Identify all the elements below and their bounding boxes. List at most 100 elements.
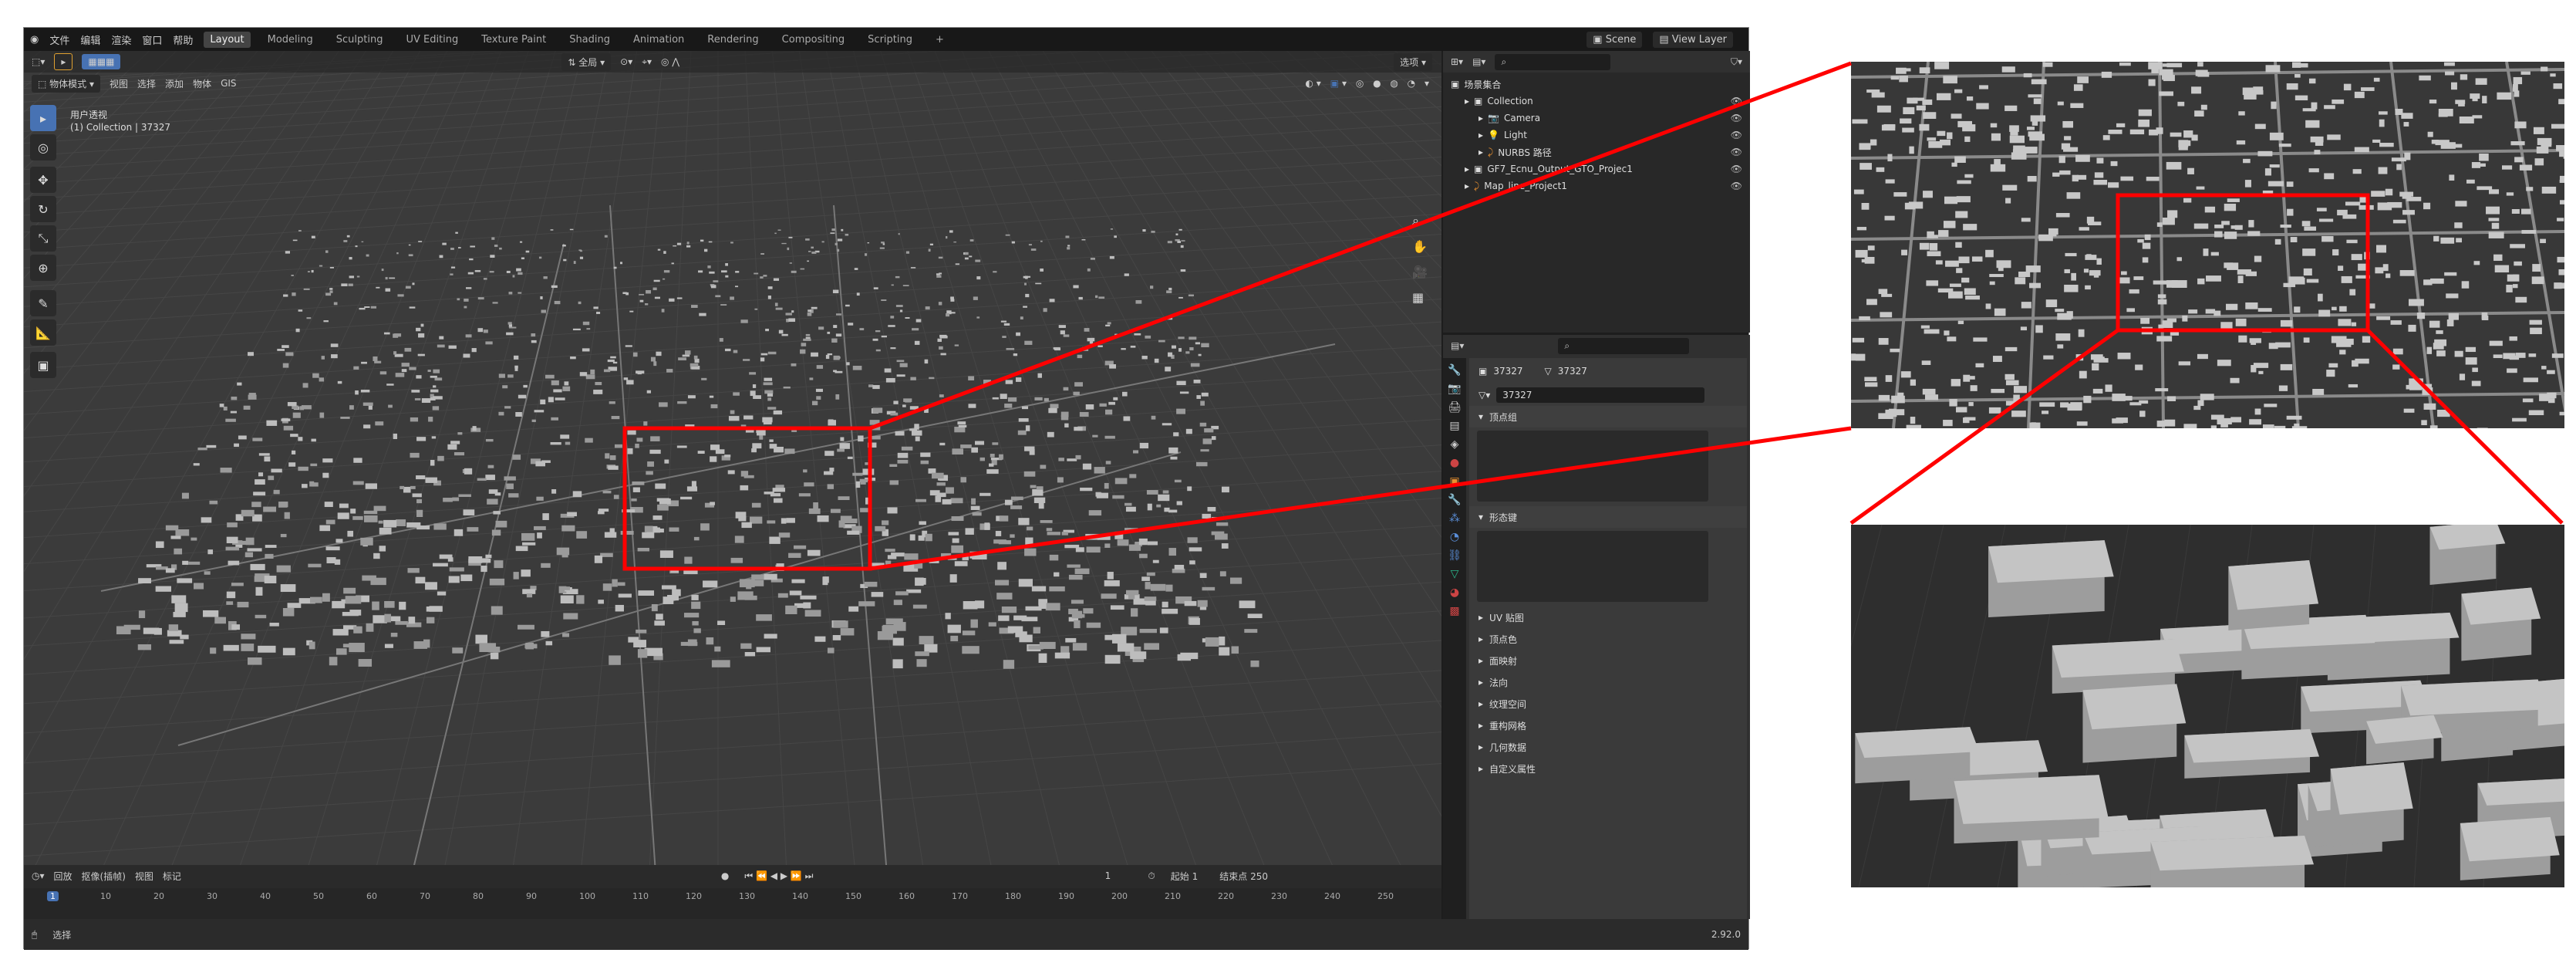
expand-arrow-icon[interactable]: ▸ <box>1465 96 1469 106</box>
camera-view-icon[interactable]: 🎥 <box>1412 265 1428 279</box>
menu-gis[interactable]: GIS <box>221 78 236 89</box>
visibility-eye-icon[interactable]: 👁 <box>1731 96 1742 106</box>
expand-arrow-icon[interactable]: ▸ <box>1479 130 1483 140</box>
select-tool-icon[interactable]: ▸ <box>54 53 73 70</box>
cursor-tool-icon[interactable]: ◎ <box>30 134 56 160</box>
outliner-editor-icon[interactable]: ⊞▾ <box>1451 56 1463 67</box>
add-workspace-button[interactable]: + <box>929 32 950 48</box>
menu-keying[interactable]: 抠像(插帧) <box>82 870 126 883</box>
menu-view[interactable]: 视图 <box>135 870 153 883</box>
auto-key-button[interactable]: ● <box>714 868 736 884</box>
move-tool-icon[interactable]: ✥ <box>30 167 56 193</box>
menu-select[interactable]: 选择 <box>137 77 156 90</box>
panel-collapsed[interactable]: ▸ 几何数据 <box>1469 736 1747 758</box>
transform-orientation[interactable]: ⇅ 全局 ▾ <box>561 52 612 71</box>
view-layer-tab-icon[interactable]: ▤ <box>1449 420 1459 432</box>
texture-tab-icon[interactable]: ▩ <box>1449 605 1459 617</box>
tab-shading[interactable]: Shading <box>563 32 616 48</box>
panel-shape-keys[interactable]: ▾ 形态键 <box>1469 506 1747 528</box>
frame-ruler[interactable]: 1 10 20 30 40 50 60 70 80 90 100 110 120 130 140 150 160… <box>24 888 1441 919</box>
menu-marker[interactable]: 标记 <box>163 870 181 883</box>
menu-render[interactable]: 渲染 <box>111 32 131 47</box>
constraints-tab-icon[interactable]: ⛓ <box>1448 549 1462 562</box>
particles-tab-icon[interactable]: ⁂ <box>1449 512 1460 525</box>
vertex-groups-list[interactable] <box>1477 431 1708 502</box>
panel-vertex-groups[interactable]: ▾ 顶点组 <box>1469 406 1747 427</box>
tab-rendering[interactable]: Rendering <box>701 32 764 48</box>
panel-collapsed[interactable]: ▸ 纹理空间 <box>1469 693 1747 715</box>
timeline-editor-icon[interactable]: ◷▾ <box>32 870 45 881</box>
tab-texture-paint[interactable]: Texture Paint <box>475 32 552 48</box>
pan-hand-icon[interactable]: ✋ <box>1412 239 1428 254</box>
ortho-toggle-icon[interactable]: ▦ <box>1412 290 1428 305</box>
scale-tool-icon[interactable]: ⤡ <box>30 225 56 252</box>
visibility-eye-icon[interactable]: 👁 <box>1731 130 1742 140</box>
menu-playback[interactable]: 回放 <box>54 870 72 883</box>
world-tab-icon[interactable]: ● <box>1450 457 1459 469</box>
tab-layout[interactable]: Layout <box>204 31 251 48</box>
select-box-tool-icon[interactable]: ▸ <box>30 105 56 131</box>
modifier-tab-icon[interactable]: 🔧 <box>1448 494 1461 506</box>
mode-selector[interactable]: ⬚ 物体模式 ▾ <box>32 74 101 93</box>
outliner-item-gf7-object[interactable]: ▸ ▣ GF7_Ecnu_Output_GTO_Projec1 👁 <box>1443 160 1750 177</box>
shape-keys-list[interactable] <box>1477 531 1708 602</box>
tool-tab-icon[interactable]: 🔧 <box>1448 364 1461 377</box>
tab-uv-editing[interactable]: UV Editing <box>400 32 464 48</box>
scene-tab-icon[interactable]: ◈ <box>1451 438 1459 451</box>
properties-search-input[interactable]: ⌕ <box>1558 337 1690 354</box>
scene-selector[interactable]: ▣ Scene <box>1586 31 1643 48</box>
panel-collapsed[interactable]: ▸ 自定义属性 <box>1469 758 1747 779</box>
annotate-tool-icon[interactable]: ✎ <box>30 290 56 316</box>
outliner-search-input[interactable]: ⌕ <box>1495 53 1611 70</box>
visibility-eye-icon[interactable]: 👁 <box>1731 164 1742 174</box>
menu-object[interactable]: 物体 <box>193 77 211 90</box>
editor-type-icon[interactable]: ⬚▾ <box>32 56 45 67</box>
outliner-item-scene-collection[interactable]: ▣ 场景集合 <box>1443 76 1750 93</box>
snap-icon[interactable]: ⌖▾ <box>642 56 652 68</box>
start-frame-field[interactable]: 起始 1 <box>1164 867 1205 885</box>
menu-add[interactable]: 添加 <box>165 77 184 90</box>
panel-collapsed[interactable]: ▸ 重构网格 <box>1469 715 1747 736</box>
panel-collapsed[interactable]: ▸ 面映射 <box>1469 650 1747 671</box>
measure-tool-icon[interactable]: 📐 <box>30 319 56 346</box>
outliner-item-camera[interactable]: ▸ 📷 Camera 👁 <box>1443 110 1750 127</box>
expand-arrow-icon[interactable]: ▸ <box>1465 164 1469 174</box>
render-tab-icon[interactable]: 📷 <box>1448 383 1461 395</box>
panel-collapsed[interactable]: ▸ 法向 <box>1469 671 1747 693</box>
mesh-browse-icon[interactable]: ▽▾ <box>1479 390 1490 400</box>
mesh-data-tab-icon[interactable]: ▽ <box>1451 568 1459 580</box>
filter-icon[interactable]: ⛉▾ <box>1731 56 1742 68</box>
3d-viewport[interactable]: ⬚▾ ▸ ▦▦▦ ⇅ 全局 ▾ ⊙▾ ⌖▾ ◎ ⋀ 选项 ▾ ⬚ 物体模式 ▾ … <box>24 51 1441 888</box>
outliner-item-map-line-object[interactable]: ▸ ⤸ Map_line_Project1 👁 <box>1443 177 1750 194</box>
visibility-eye-icon[interactable]: 👁 <box>1731 147 1742 157</box>
tab-compositing[interactable]: Compositing <box>776 32 851 48</box>
add-cube-tool-icon[interactable]: ▣ <box>30 352 56 378</box>
menu-view[interactable]: 视图 <box>110 77 128 90</box>
properties-editor-icon[interactable]: ▤▾ <box>1451 340 1464 351</box>
panel-collapsed[interactable]: ▸ UV 贴图 <box>1469 607 1747 628</box>
view-layer-selector[interactable]: ▤ View Layer <box>1653 31 1733 48</box>
tab-scripting[interactable]: Scripting <box>861 32 919 48</box>
visibility-eye-icon[interactable]: 👁 <box>1731 181 1742 191</box>
outliner-item-collection[interactable]: ▸ ▣ Collection 👁 <box>1443 93 1750 110</box>
visibility-eye-icon[interactable]: 👁 <box>1731 113 1742 123</box>
end-frame-field[interactable]: 结束点 250 <box>1213 867 1275 885</box>
material-tab-icon[interactable]: ◕ <box>1450 586 1459 599</box>
outliner-item-nurbs-path[interactable]: ▸ ⤸ NURBS 路径 👁 <box>1443 144 1750 160</box>
expand-arrow-icon[interactable]: ▸ <box>1479 113 1483 123</box>
tab-modeling[interactable]: Modeling <box>261 32 319 48</box>
panel-collapsed[interactable]: ▸ 顶点色 <box>1469 628 1747 650</box>
shading-buttons[interactable]: ◐▾ ▣▾ ◎ ● ◍ ◔ ▾ <box>1305 78 1432 89</box>
blender-logo-icon[interactable]: ◉ <box>30 34 39 46</box>
playback-controls[interactable]: ⏮ ⏪ ◀ ▶ ⏩ ⏭ <box>744 870 813 882</box>
output-tab-icon[interactable]: 🖨 <box>1448 401 1462 414</box>
zoom-icon[interactable]: ⌕ <box>1412 213 1428 228</box>
transform-tool-icon[interactable]: ⊕ <box>30 255 56 281</box>
physics-tab-icon[interactable]: ◔ <box>1450 531 1459 543</box>
timeline[interactable]: ◷▾ 回放 抠像(插帧) 视图 标记 ● ⏮ ⏪ ◀ ▶ ⏩ ⏭ 1 ⏱ 起始 … <box>24 865 1441 919</box>
menu-edit[interactable]: 编辑 <box>80 32 100 47</box>
object-tab-icon[interactable]: ▣ <box>1449 475 1459 488</box>
menu-file[interactable]: 文件 <box>49 32 69 47</box>
display-mode-icon[interactable]: ▤▾ <box>1472 56 1485 67</box>
select-mode-icon[interactable]: ▦▦▦ <box>82 54 121 69</box>
